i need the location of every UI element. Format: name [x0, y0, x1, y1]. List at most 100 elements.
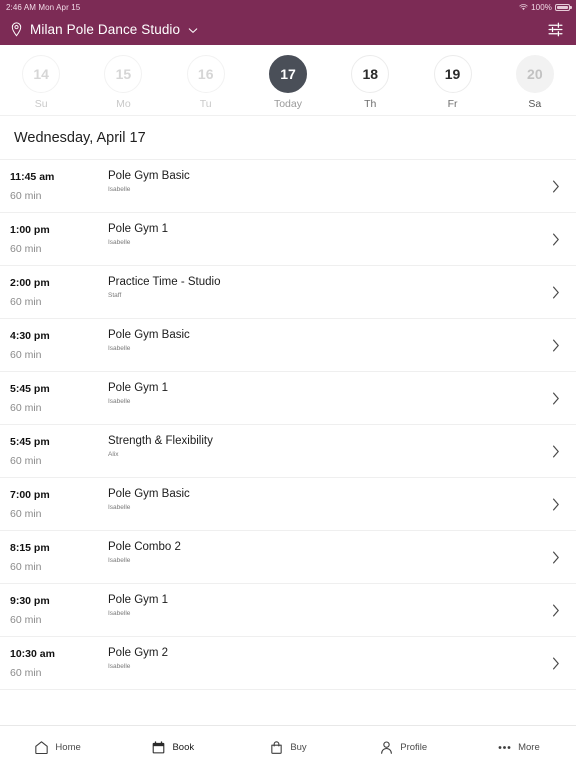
chevron-right-icon — [552, 180, 559, 192]
date-cell-18[interactable]: 18 Th — [329, 55, 411, 110]
class-instructor: Isabelle — [108, 186, 131, 193]
chevron-right-icon — [552, 233, 559, 245]
class-duration: 60 min — [10, 401, 42, 414]
class-name: Pole Gym 1 — [108, 382, 169, 394]
nav-item-more[interactable]: More — [461, 740, 576, 755]
status-bar-right: 100% — [519, 2, 572, 12]
class-row[interactable]: 5:45 pm 60 min Strength & Flexibility Alix — [0, 424, 576, 477]
date-weekday-label: Th — [364, 98, 377, 110]
chevron-right-icon — [552, 392, 559, 404]
class-row[interactable]: 8:15 pm 60 min Pole Combo 2 Isabelle — [0, 530, 576, 583]
date-cell-19[interactable]: 19 Fr — [411, 55, 493, 110]
class-info-column: Pole Gym Basic Isabelle — [108, 328, 536, 362]
class-list: 11:45 am 60 min Pole Gym Basic Isabelle 1:00… — [0, 159, 576, 689]
schedule-scroll-area[interactable]: Wednesday, April 17 11:45 am 60 min Pole G… — [0, 116, 576, 725]
class-row-chevron[interactable] — [536, 646, 576, 680]
class-instructor: Staff — [108, 292, 122, 299]
class-name: Pole Combo 2 — [108, 541, 181, 553]
ellipsis-icon — [498, 745, 511, 749]
date-cell-17[interactable]: 17 Today — [247, 55, 329, 110]
class-info-column: Pole Gym 2 Isabelle — [108, 646, 536, 680]
calendar-icon — [153, 740, 165, 753]
status-bar: 2:46 AM Mon Apr 15 100% — [0, 0, 576, 14]
class-duration: 60 min — [10, 507, 42, 520]
nav-item-buy[interactable]: Buy — [230, 740, 345, 755]
chevron-right-icon — [552, 286, 559, 298]
class-instructor: Alix — [108, 451, 119, 458]
class-row[interactable]: 9:30 pm 60 min Pole Gym 1 Isabelle — [0, 583, 576, 636]
class-instructor: Isabelle — [108, 610, 131, 617]
class-instructor: Isabelle — [108, 557, 131, 564]
class-duration: 60 min — [10, 666, 42, 679]
date-cell-20[interactable]: 20 Sa — [494, 55, 576, 110]
class-name: Practice Time - Studio — [108, 276, 221, 288]
class-row-chevron[interactable] — [536, 593, 576, 627]
nav-item-book[interactable]: Book — [115, 740, 230, 755]
class-time-column: 5:45 pm 60 min — [0, 434, 108, 468]
date-number: 19 — [433, 55, 472, 93]
class-time-column: 5:45 pm 60 min — [0, 381, 108, 415]
class-time: 10:30 am — [10, 647, 55, 660]
class-duration: 60 min — [10, 348, 42, 361]
class-duration: 60 min — [10, 560, 42, 573]
date-cell-14[interactable]: 14 Su — [0, 55, 82, 110]
bottom-navigation-bar[interactable]: Home Book Buy Profile More — [0, 725, 576, 768]
class-row-chevron[interactable] — [536, 434, 576, 468]
nav-item-profile[interactable]: Profile — [346, 740, 461, 755]
class-instructor: Isabelle — [108, 398, 131, 405]
date-number: 16 — [186, 55, 225, 93]
class-duration: 60 min — [10, 242, 42, 255]
class-name: Pole Gym 1 — [108, 594, 169, 606]
date-number: 14 — [22, 55, 61, 93]
class-instructor: Isabelle — [108, 239, 131, 246]
class-instructor: Isabelle — [108, 663, 131, 670]
class-name: Strength & Flexibility — [108, 435, 213, 447]
nav-item-home[interactable]: Home — [0, 740, 115, 755]
class-time: 2:00 pm — [10, 276, 50, 289]
class-duration: 60 min — [10, 295, 42, 308]
class-row[interactable]: 11:45 am 60 min Pole Gym Basic Isabelle — [0, 159, 576, 212]
class-row-chevron[interactable] — [536, 328, 576, 362]
class-time-column: 1:00 pm 60 min — [0, 222, 108, 256]
class-instructor: Isabelle — [108, 345, 131, 352]
date-weekday-label: Today — [273, 98, 302, 110]
class-info-column: Practice Time - Studio Staff — [108, 275, 536, 309]
battery-percent-label: 100% — [531, 2, 552, 12]
date-weekday-label: Sa — [528, 98, 542, 110]
list-end-divider — [0, 689, 576, 690]
class-time-column: 11:45 am 60 min — [0, 169, 108, 203]
class-row[interactable]: 5:45 pm 60 min Pole Gym 1 Isabelle — [0, 371, 576, 424]
class-row[interactable]: 1:00 pm 60 min Pole Gym 1 Isabelle — [0, 212, 576, 265]
nav-item-label: More — [518, 741, 540, 753]
chevron-right-icon — [552, 339, 559, 351]
class-row-chevron[interactable] — [536, 275, 576, 309]
page-title: Wednesday, April 17 — [14, 130, 146, 146]
class-info-column: Pole Combo 2 Isabelle — [108, 540, 536, 574]
class-row-chevron[interactable] — [536, 222, 576, 256]
studio-selector[interactable]: Milan Pole Dance Studio — [10, 22, 198, 37]
nav-item-label: Home — [55, 741, 81, 753]
class-row[interactable]: 7:00 pm 60 min Pole Gym Basic Isabelle — [0, 477, 576, 530]
date-cell-16[interactable]: 16 Tu — [165, 55, 247, 110]
class-time: 9:30 pm — [10, 594, 50, 607]
class-time: 11:45 am — [10, 170, 55, 183]
class-info-column: Pole Gym 1 Isabelle — [108, 222, 536, 256]
date-cell-15[interactable]: 15 Mo — [82, 55, 164, 110]
date-weekday-label: Mo — [116, 98, 131, 110]
date-selector-strip[interactable]: 14 Su 15 Mo 16 Tu 17 Today 18 Th 19 Fr 20 Sa — [0, 45, 576, 116]
location-pin-icon — [11, 22, 22, 37]
class-row-chevron[interactable] — [536, 487, 576, 521]
date-weekday-label: Su — [34, 98, 48, 110]
class-time-column: 10:30 am 60 min — [0, 646, 108, 680]
class-info-column: Pole Gym 1 Isabelle — [108, 593, 536, 627]
class-row-chevron[interactable] — [536, 540, 576, 574]
class-row[interactable]: 4:30 pm 60 min Pole Gym Basic Isabelle — [0, 318, 576, 371]
class-row-chevron[interactable] — [536, 381, 576, 415]
class-time: 8:15 pm — [10, 541, 50, 554]
chevron-right-icon — [552, 657, 559, 669]
filter-sliders-icon[interactable] — [547, 21, 564, 38]
class-row[interactable]: 10:30 am 60 min Pole Gym 2 Isabelle — [0, 636, 576, 689]
class-row-chevron[interactable] — [536, 169, 576, 203]
class-row[interactable]: 2:00 pm 60 min Practice Time - Studio Staff — [0, 265, 576, 318]
class-duration: 60 min — [10, 454, 42, 467]
